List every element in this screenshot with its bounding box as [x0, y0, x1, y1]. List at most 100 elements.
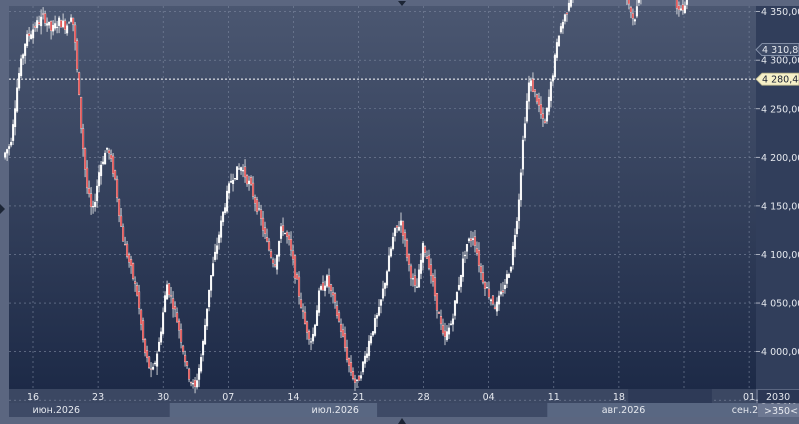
candle-up [453, 300, 457, 316]
candle-up [489, 299, 493, 302]
candle-down [273, 264, 277, 267]
candle-down [178, 320, 181, 331]
candle-up [399, 220, 403, 226]
candle-up [319, 286, 323, 290]
candle-up [26, 34, 29, 47]
candle-down [64, 20, 67, 30]
candle-down [435, 293, 439, 311]
candle-up [467, 238, 471, 242]
y-tick-label: 4 300,00 [761, 56, 799, 67]
candle-down [150, 368, 153, 370]
candle-up [223, 207, 227, 213]
candle-up [557, 35, 561, 47]
candle-up [12, 124, 15, 141]
candle-down [82, 128, 85, 149]
candle-down [287, 234, 291, 240]
candle-up [635, 6, 638, 17]
candle-up [555, 42, 559, 58]
candle-down [537, 98, 541, 106]
candle-up [229, 180, 233, 183]
candle-up [551, 75, 555, 82]
candle-up [225, 190, 229, 212]
candle-down [321, 282, 325, 291]
candle-down [138, 291, 141, 309]
candle-down [443, 330, 447, 337]
candle-up [213, 251, 217, 260]
candle-up [633, 19, 636, 22]
candle-up [66, 25, 69, 34]
candle-down [84, 148, 87, 170]
candle-down [441, 324, 445, 334]
candle-up [207, 289, 211, 308]
candle-down [190, 382, 193, 384]
candle-up [515, 221, 519, 235]
candle-down [427, 255, 431, 269]
candle-up [235, 166, 239, 180]
candle-down [475, 248, 479, 254]
candle-down [469, 238, 473, 242]
candle-down [74, 24, 77, 43]
candle-up [463, 254, 467, 257]
candle-down [261, 217, 265, 231]
candle-up [200, 357, 203, 372]
candle-up [192, 382, 195, 385]
candle-down [433, 277, 437, 297]
candle-up [519, 172, 523, 201]
x-tick-label: 11 [548, 392, 560, 403]
candle-down [431, 275, 435, 282]
candle-up [421, 243, 425, 263]
candle-down [245, 175, 249, 185]
candle-up [545, 107, 549, 122]
candle-up [16, 87, 19, 112]
candle-down [565, 12, 569, 15]
candle-up [24, 43, 27, 56]
candle-up [379, 299, 383, 306]
candle-up [96, 185, 99, 202]
price-chart[interactable]: 4 650,004 600,004 550,004 500,004 450,00… [0, 0, 799, 424]
y-tick-label: 4 150,00 [761, 201, 799, 212]
candle-down [401, 221, 405, 236]
candle-down [681, 4, 684, 11]
candle-down [251, 182, 255, 197]
month-label: июл.2026 [312, 405, 359, 416]
candle-up [553, 54, 557, 78]
candle-down [124, 244, 127, 246]
candle-up [511, 246, 515, 266]
candle-down [329, 284, 333, 291]
candle-down [60, 20, 63, 28]
candle-down [184, 354, 187, 363]
last-price-tag: 4 310,89 [755, 43, 799, 56]
candle-up [221, 211, 225, 223]
candle-down [140, 309, 143, 325]
candle-down [174, 306, 177, 310]
candle-up [367, 340, 371, 356]
candle-up [48, 21, 51, 26]
candle-down [134, 281, 137, 284]
candle-down [483, 282, 487, 289]
candle-up [196, 380, 199, 388]
candle-up [54, 23, 57, 29]
candle-down [541, 113, 545, 119]
candle-down [629, 7, 632, 13]
candle-down [405, 240, 409, 258]
candle-down [533, 89, 537, 92]
candle-up [383, 282, 387, 289]
candle-up [198, 368, 201, 380]
candle-down [543, 120, 547, 123]
candle-up [311, 333, 315, 342]
candle-down [479, 266, 483, 273]
candle-down [677, 5, 680, 10]
candle-down [531, 78, 535, 93]
candle-up [527, 82, 531, 102]
candle-up [485, 287, 489, 289]
candle-up [561, 21, 565, 29]
candle-up [209, 275, 213, 291]
candle-up [4, 152, 7, 158]
candle-up [529, 80, 533, 87]
candle-up [219, 220, 223, 238]
candle-down [146, 350, 149, 358]
candle-up [94, 201, 97, 207]
candle-up [32, 29, 35, 39]
candle-down [188, 368, 191, 380]
candle-down [172, 298, 175, 310]
